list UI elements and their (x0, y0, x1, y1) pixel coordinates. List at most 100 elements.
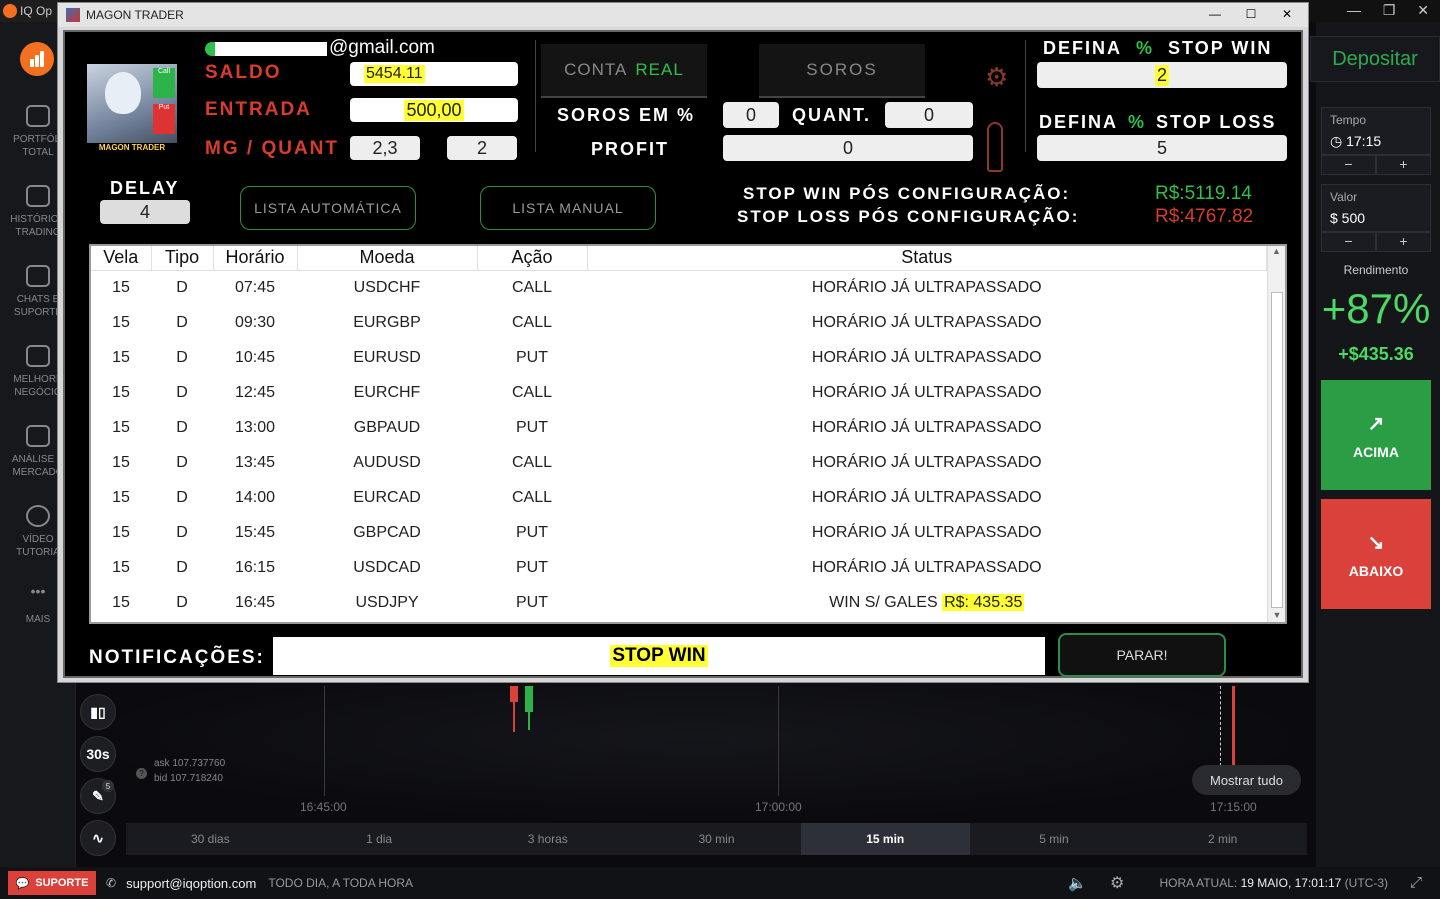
column-header[interactable]: Vela (91, 246, 152, 271)
leaderboard-icon (26, 345, 50, 367)
bid-value: bid 107.718240 (154, 773, 223, 784)
settings-gear-icon[interactable]: ⚙ (985, 62, 1008, 93)
table-row[interactable]: 15 D 09:30 EURGBP CALL HORÁRIO JÁ ULTRAPASSAD… (91, 305, 1267, 340)
table-row[interactable]: 15 D 14:00 EURCAD CALL HORÁRIO JÁ ULTRAPASSAD… (91, 480, 1267, 515)
table-scrollbar[interactable]: ▲ ▼ (1267, 246, 1285, 622)
table-row[interactable]: 15 D 13:00 GBPAUD PUT HORÁRIO JÁ ULTRAPASSADO (91, 410, 1267, 445)
scroll-up-icon[interactable]: ▲ (1268, 246, 1285, 256)
table-row[interactable]: 15 D 12:45 EURCHF CALL HORÁRIO JÁ ULTRAPASSAD… (91, 375, 1267, 410)
window-maximize-button[interactable]: ☐ (1234, 5, 1268, 23)
table-row[interactable]: 15 D 16:45 USDJPY PUT WIN S/ GALES R$: 435.35 (91, 585, 1267, 620)
stop-win-value: 2 (1154, 64, 1169, 86)
scroll-thumb[interactable] (1271, 292, 1283, 608)
stop-win-label: DEFINA% STOP WIN (1043, 38, 1273, 58)
put-button[interactable]: ↘ ABAIXO (1321, 499, 1431, 609)
tempo-stepper: − + (1321, 155, 1431, 175)
table-cell: AUDUSD (353, 453, 421, 471)
win-amount: R$: 435.35 (942, 593, 1025, 611)
table-cell: CALL (511, 453, 553, 471)
tempo-plus-button[interactable]: + (1376, 155, 1431, 175)
sidebar-item-label: MELHORE NEGÓCIO (13, 374, 63, 398)
browser-tab[interactable]: IQ Op (0, 0, 60, 22)
soros-quant-label: QUANT. (792, 105, 871, 125)
app-window-controls: — ❐ ✕ (1336, 0, 1440, 20)
put-label: ABAIXO (1348, 562, 1404, 579)
tempo-label: Tempo (1330, 113, 1367, 127)
chart-area[interactable] (76, 682, 1316, 822)
tempo-minus-button[interactable]: − (1321, 155, 1376, 175)
scroll-down-icon[interactable]: ▼ (1268, 610, 1286, 620)
close-icon[interactable]: ✕ (1417, 2, 1429, 19)
timeframe-option[interactable]: 30 min (632, 823, 801, 855)
table-row[interactable]: 15 D 07:45 USDCHF CALL HORÁRIO JÁ ULTRAPASSAD… (91, 270, 1267, 305)
table-cell: HORÁRIO JÁ ULTRAPASSADO (811, 313, 1042, 331)
iq-logo-icon[interactable] (20, 42, 54, 76)
saldo-field[interactable]: 5454.11 (350, 62, 518, 86)
support-button[interactable]: 💬 SUPORTE (8, 871, 96, 895)
fullscreen-icon[interactable]: ⤢ (1410, 874, 1422, 891)
entrada-value: 500,00 (404, 99, 464, 121)
column-header[interactable]: Moeda (297, 246, 478, 271)
timeframe-option[interactable]: 3 horas (463, 823, 632, 855)
valor-plus-button[interactable]: + (1376, 232, 1431, 252)
table-row[interactable]: 15 D 13:45 AUDUSD CALL HORÁRIO JÁ ULTRAPASSAD… (91, 445, 1267, 480)
tab-conta[interactable]: CONTA REAL (541, 44, 707, 96)
window-minimize-button[interactable]: — (1198, 5, 1232, 23)
lista-manual-button[interactable]: LISTA MANUAL (480, 186, 656, 230)
table-row[interactable]: 15 D 10:45 EURUSD PUT HORÁRIO JÁ ULTRAPASSADO (91, 340, 1267, 375)
timeframe-option[interactable]: 15 min (800, 823, 970, 855)
window-titlebar[interactable]: MAGON TRADER — ☐ ✕ (58, 3, 1308, 27)
profit-field[interactable]: 0 (723, 135, 973, 161)
table-row[interactable]: 15 D 15:45 GBPCAD PUT HORÁRIO JÁ ULTRAPASSADO (91, 515, 1267, 550)
timeframe-option[interactable]: 30 dias (126, 823, 295, 855)
mg-field[interactable]: 2,3 (350, 136, 420, 160)
timeframe-option[interactable]: 2 min (1138, 823, 1307, 855)
expiry-time-box[interactable]: Tempo ◷ 17:15 (1321, 107, 1431, 155)
indicators-button[interactable]: ∿ (80, 820, 116, 856)
table-cell: 09:30 (234, 313, 276, 331)
table-cell: D (176, 418, 188, 436)
call-button[interactable]: ↗ ACIMA (1321, 380, 1431, 490)
support-email[interactable]: support@iqoption.com (126, 876, 256, 891)
window-close-button[interactable]: ✕ (1270, 5, 1304, 23)
column-header[interactable]: Status (587, 246, 1267, 271)
delay-field[interactable]: 4 (100, 200, 190, 224)
history-icon (26, 185, 50, 207)
deposit-button[interactable]: Depositar (1310, 36, 1440, 82)
table-row[interactable]: 15 D 16:15 USDCAD PUT HORÁRIO JÁ ULTRAPASSADO (91, 550, 1267, 585)
column-header[interactable]: Horário (213, 246, 298, 271)
table-cell: GBPCAD (353, 523, 421, 541)
interval-button[interactable]: 30s (80, 736, 116, 772)
column-header[interactable]: Ação (477, 246, 588, 271)
show-all-button[interactable]: Mostrar tudo (1192, 765, 1301, 795)
valor-minus-button[interactable]: − (1321, 232, 1376, 252)
table-cell: 12:45 (234, 383, 276, 401)
table-cell: PUT (516, 558, 548, 576)
settings-icon[interactable]: ⚙ (1110, 873, 1124, 893)
stop-win-field[interactable]: 2 (1037, 62, 1287, 88)
lista-automatica-button[interactable]: LISTA AUTOMÁTICA (240, 186, 416, 230)
table-cell: D (176, 558, 188, 576)
restore-icon[interactable]: ❐ (1383, 2, 1396, 19)
amount-box[interactable]: Valor $ 500 (1321, 184, 1431, 232)
stop-loss-field[interactable]: 5 (1037, 135, 1287, 161)
valor-stepper: − + (1321, 232, 1431, 252)
volume-icon[interactable]: 🔈 (1068, 874, 1087, 892)
timeframe-option[interactable]: 1 dia (295, 823, 464, 855)
stop-loss-pos-value: R$:4767.82 (1155, 206, 1254, 227)
soros-quant-field[interactable]: 0 (885, 102, 973, 128)
help-icon[interactable]: ? (136, 768, 147, 779)
saldo-label: SALDO (205, 62, 282, 83)
sidebar-item-label: VÍDEO TUTORIA (16, 534, 60, 558)
soros-pct-field[interactable]: 0 (723, 102, 779, 128)
column-header[interactable]: Tipo (151, 246, 214, 271)
minimize-icon[interactable]: — (1347, 2, 1361, 18)
saldo-value: 5454.11 (364, 65, 425, 83)
deadline-line (1232, 686, 1235, 766)
stop-button[interactable]: PARAR! (1058, 633, 1226, 677)
tab-soros[interactable]: SOROS (759, 44, 925, 96)
candle-type-button[interactable]: ▮▯ (80, 694, 116, 730)
timeframe-option[interactable]: 5 min (970, 823, 1139, 855)
entrada-field[interactable]: 500,00 (350, 98, 518, 122)
mg-quant-field[interactable]: 2 (447, 136, 517, 160)
